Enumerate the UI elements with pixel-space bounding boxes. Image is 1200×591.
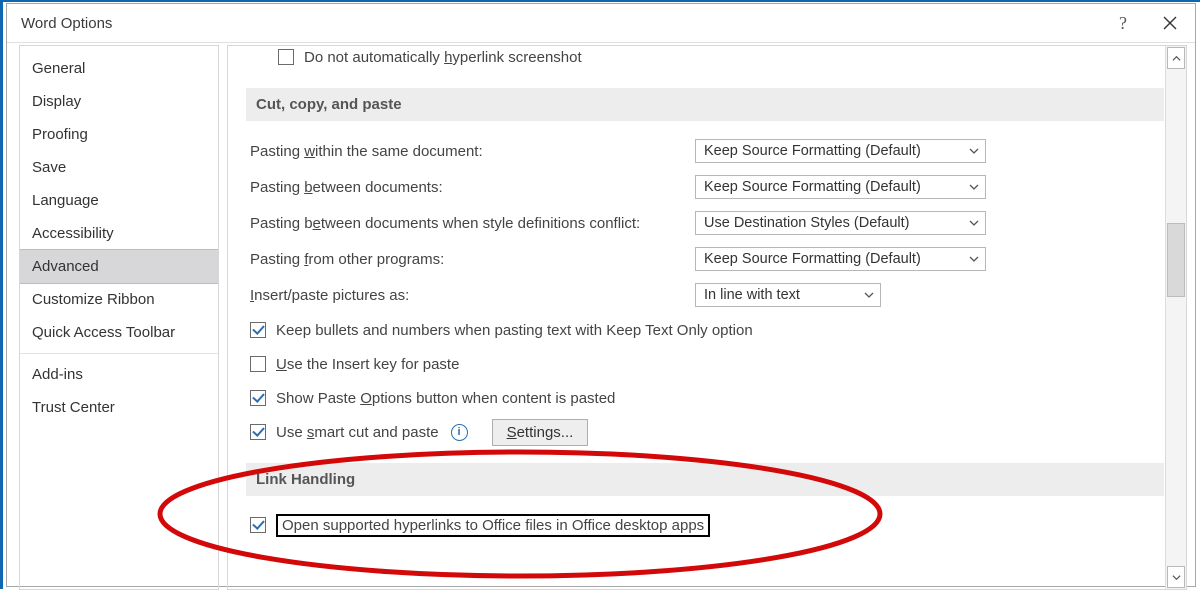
checkbox-icon: [250, 356, 266, 372]
opt-smart-cut-paste[interactable]: Use smart cut and paste i Settings...: [250, 415, 1164, 449]
row-paste-within-doc: Pasting within the same document: Keep S…: [250, 133, 1164, 169]
nav-item-display[interactable]: Display: [20, 85, 218, 118]
combo-paste-between-docs-conflict[interactable]: Use Destination Styles (Default): [695, 211, 986, 235]
nav-separator: [20, 353, 218, 354]
chevron-down-icon: [959, 254, 979, 264]
combo-value: In line with text: [704, 287, 800, 303]
app-frame-left: [0, 0, 3, 589]
scroll-up-button[interactable]: [1167, 47, 1185, 69]
checkbox-icon: [278, 49, 294, 65]
button-label: Settings...: [507, 424, 574, 441]
titlebar: Word Options ?: [7, 4, 1195, 43]
chevron-down-icon: [959, 218, 979, 228]
nav-item-general[interactable]: General: [20, 52, 218, 85]
section-link-handling: Link Handling: [246, 463, 1164, 496]
scroll-thumb[interactable]: [1167, 223, 1185, 297]
row-label: Pasting from other programs:: [250, 251, 695, 268]
nav-item-advanced[interactable]: Advanced: [19, 249, 219, 284]
row-label: Insert/paste pictures as:: [250, 287, 695, 304]
chevron-up-icon: [1172, 54, 1181, 63]
checkbox-icon: [250, 390, 266, 406]
combo-value: Use Destination Styles (Default): [704, 215, 910, 231]
combo-paste-within-doc[interactable]: Keep Source Formatting (Default): [695, 139, 986, 163]
checkbox-label: Show Paste Options button when content i…: [276, 390, 615, 407]
nav-item-proofing[interactable]: Proofing: [20, 118, 218, 151]
close-button[interactable]: [1145, 4, 1195, 42]
row-paste-between-docs: Pasting between documents: Keep Source F…: [250, 169, 1164, 205]
nav-item-trust-center[interactable]: Trust Center: [20, 391, 218, 424]
checkbox-label: Open supported hyperlinks to Office file…: [276, 514, 710, 537]
checkbox-label: Use smart cut and paste: [276, 424, 439, 441]
combo-paste-between-docs[interactable]: Keep Source Formatting (Default): [695, 175, 986, 199]
nav-item-customize-ribbon[interactable]: Customize Ribbon: [20, 283, 218, 316]
app-frame-top: [0, 0, 1200, 2]
nav-item-save[interactable]: Save: [20, 151, 218, 184]
row-insert-pictures-as: Insert/paste pictures as: In line with t…: [250, 277, 1164, 313]
row-label: Pasting between documents when style def…: [250, 215, 695, 232]
opt-open-hyperlinks-in-desktop[interactable]: Open supported hyperlinks to Office file…: [250, 508, 1164, 542]
combo-paste-from-other[interactable]: Keep Source Formatting (Default): [695, 247, 986, 271]
combo-insert-pictures-as[interactable]: In line with text: [695, 283, 881, 307]
info-icon[interactable]: i: [451, 424, 468, 441]
nav-item-accessibility[interactable]: Accessibility: [20, 217, 218, 250]
opt-show-paste-options[interactable]: Show Paste Options button when content i…: [250, 381, 1164, 415]
dialog-title: Word Options: [21, 15, 112, 32]
nav-item-language[interactable]: Language: [20, 184, 218, 217]
options-pane: Do not automatically hyperlink screensho…: [227, 45, 1187, 590]
nav-item-qat[interactable]: Quick Access Toolbar: [20, 316, 218, 349]
pane-scrollbar[interactable]: [1165, 46, 1186, 589]
row-paste-from-other: Pasting from other programs: Keep Source…: [250, 241, 1164, 277]
opt-keep-bullets-numbers[interactable]: Keep bullets and numbers when pasting te…: [250, 313, 1164, 347]
row-paste-between-docs-conflict: Pasting between documents when style def…: [250, 205, 1164, 241]
row-label: Pasting between documents:: [250, 179, 695, 196]
chevron-down-icon: [959, 182, 979, 192]
scroll-track[interactable]: [1167, 68, 1185, 567]
opt-insert-key-paste[interactable]: Use the Insert key for paste: [250, 347, 1164, 381]
checkbox-label: Keep bullets and numbers when pasting te…: [276, 322, 753, 339]
nav-item-addins[interactable]: Add-ins: [20, 358, 218, 391]
close-icon: [1163, 16, 1177, 30]
settings-button[interactable]: Settings...: [492, 419, 589, 446]
checkbox-label: Use the Insert key for paste: [276, 356, 459, 373]
scroll-down-button[interactable]: [1167, 566, 1185, 588]
chevron-down-icon: [959, 146, 979, 156]
section-cut-copy-paste: Cut, copy, and paste: [246, 88, 1164, 121]
checkbox-label: Do not automatically hyperlink screensho…: [304, 49, 582, 66]
row-label: Pasting within the same document:: [250, 143, 695, 160]
chevron-down-icon: [1172, 573, 1181, 582]
help-button[interactable]: ?: [1101, 13, 1145, 34]
chevron-down-icon: [854, 290, 874, 300]
checkbox-icon: [250, 517, 266, 533]
combo-value: Keep Source Formatting (Default): [704, 179, 921, 195]
checkbox-icon: [250, 424, 266, 440]
word-options-dialog: Word Options ? General Display Proofing …: [6, 3, 1196, 587]
category-nav: General Display Proofing Save Language A…: [19, 45, 219, 590]
opt-no-auto-hyperlink-screenshot[interactable]: Do not automatically hyperlink screensho…: [250, 45, 1164, 74]
checkbox-icon: [250, 322, 266, 338]
combo-value: Keep Source Formatting (Default): [704, 143, 921, 159]
combo-value: Keep Source Formatting (Default): [704, 251, 921, 267]
